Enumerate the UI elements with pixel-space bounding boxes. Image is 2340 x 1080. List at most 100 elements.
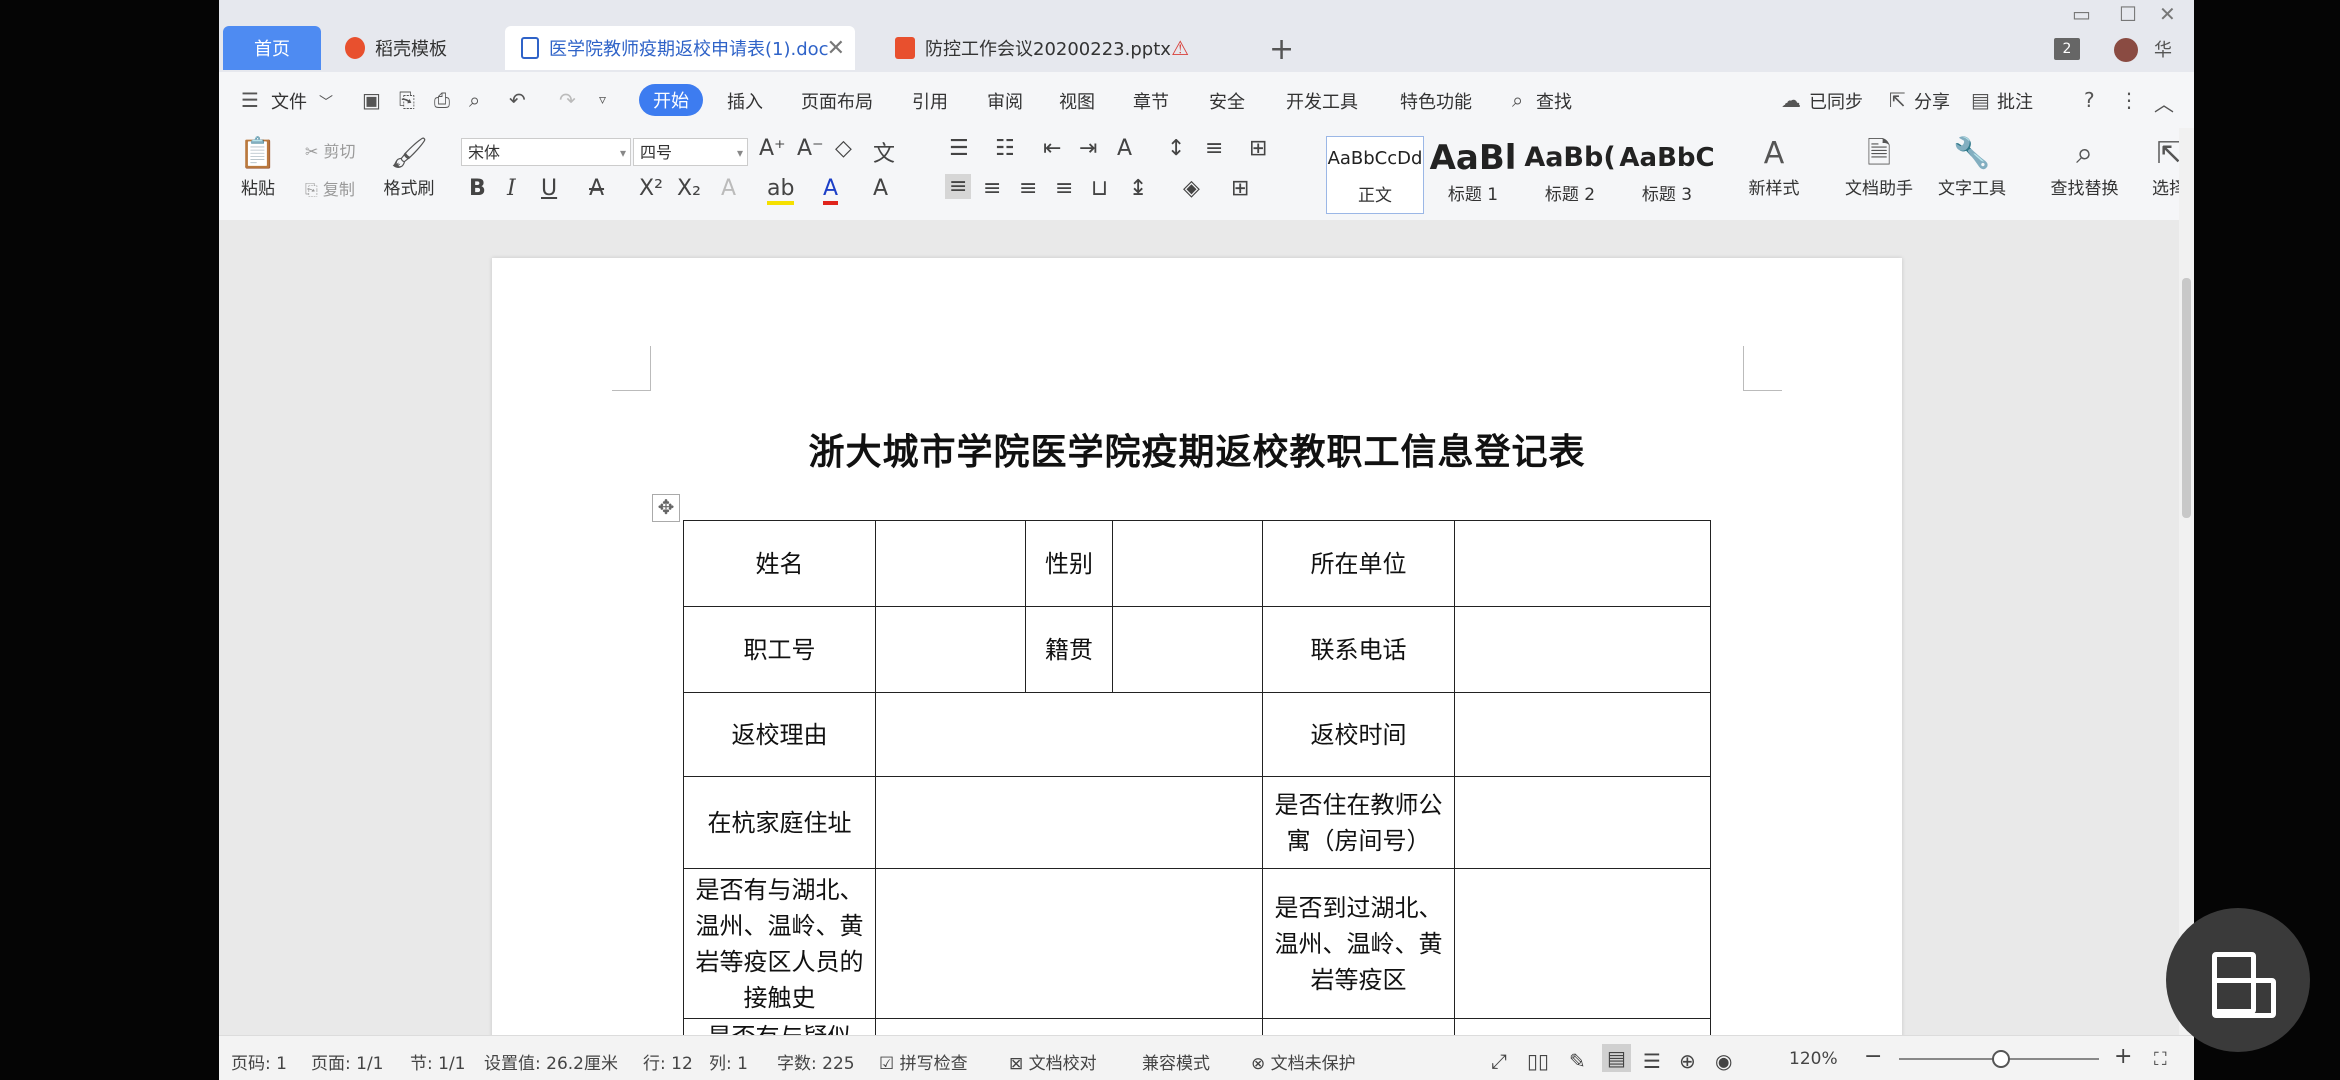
- compat-mode[interactable]: 兼容模式: [1142, 1049, 1210, 1074]
- cell-staffno-label[interactable]: 职工号: [683, 606, 876, 693]
- read-mode-icon[interactable]: ▯▯: [1527, 1049, 1549, 1073]
- underline-button[interactable]: U: [541, 176, 557, 201]
- menu-page-layout[interactable]: 页面布局: [801, 88, 873, 114]
- spell-check-button[interactable]: ☑ 拼写检查: [879, 1049, 968, 1074]
- status-section[interactable]: 节: 1/1: [410, 1049, 466, 1074]
- line-spacing-icon[interactable]: ≡: [1205, 136, 1223, 161]
- cell-reason-value[interactable]: [875, 692, 1263, 777]
- zoom-level[interactable]: 120%: [1789, 1049, 1838, 1069]
- redo-icon[interactable]: ↷: [559, 88, 576, 112]
- help-icon[interactable]: ?: [2084, 88, 2095, 112]
- cell-returntime-value[interactable]: [1454, 692, 1711, 777]
- close-tab-icon[interactable]: ✕: [827, 36, 845, 61]
- menu-view[interactable]: 视图: [1059, 88, 1095, 114]
- tab-templates[interactable]: 稻壳模板: [329, 26, 499, 70]
- minimize-button[interactable]: ▭: [2072, 2, 2091, 26]
- strikethrough-button[interactable]: A: [589, 176, 604, 201]
- scrollbar-thumb[interactable]: [2182, 278, 2191, 518]
- cell-visited-value[interactable]: [1454, 868, 1711, 1019]
- shading-icon[interactable]: ◈: [1183, 176, 1200, 201]
- cell-phone-value[interactable]: [1454, 606, 1711, 693]
- more-icon[interactable]: ⋮: [2119, 88, 2139, 112]
- cell-unit-label[interactable]: 所在单位: [1262, 520, 1455, 607]
- share-button[interactable]: 分享: [1914, 88, 1950, 114]
- sync-status[interactable]: 已同步: [1809, 88, 1863, 114]
- font-family-select[interactable]: 宋体: [461, 138, 631, 167]
- fit-page-icon[interactable]: ⛶: [2154, 1049, 2167, 1070]
- doc-proof-button[interactable]: ⊠ 文档校对: [1009, 1049, 1097, 1074]
- chevron-down-icon[interactable]: ﹀: [319, 92, 333, 112]
- status-col[interactable]: 列: 1: [709, 1049, 748, 1074]
- cell-address-value[interactable]: [875, 776, 1263, 869]
- highlight-icon[interactable]: ab: [767, 176, 795, 205]
- text-tools-button[interactable]: 🔧 文字工具: [1927, 134, 2017, 199]
- menu-find[interactable]: 查找: [1536, 88, 1572, 114]
- bullet-list-icon[interactable]: ☰: [949, 136, 969, 161]
- paste-button[interactable]: 📋 粘贴: [233, 134, 283, 199]
- new-tab-button[interactable]: +: [1269, 32, 1294, 67]
- web-view-icon[interactable]: ⊕: [1679, 1049, 1696, 1073]
- menu-devtools[interactable]: 开发工具: [1286, 88, 1358, 114]
- table-move-handle[interactable]: ✥: [652, 494, 680, 522]
- registration-form-table[interactable]: 姓名 性别 所在单位 职工号 籍贯 联系电话 返校理由 返校时间 在杭家庭住址 …: [683, 520, 1711, 1079]
- cloud-sync-icon[interactable]: ☁: [1781, 88, 1801, 112]
- zoom-slider-knob[interactable]: [1992, 1050, 2010, 1068]
- clear-format-icon[interactable]: ◇: [835, 136, 852, 161]
- align-left-icon[interactable]: ≡: [945, 174, 972, 199]
- status-page-code[interactable]: 页码: 1: [231, 1049, 287, 1074]
- menu-chapter[interactable]: 章节: [1133, 88, 1169, 114]
- font-color-icon[interactable]: A: [823, 176, 839, 205]
- phonetic-icon[interactable]: 文: [873, 136, 895, 168]
- customize-icon[interactable]: ▿: [599, 92, 606, 108]
- pen-icon[interactable]: ✎: [1569, 1049, 1586, 1073]
- sort-icon[interactable]: ↕: [1167, 136, 1185, 161]
- font-size-select[interactable]: 四号: [633, 138, 748, 167]
- undo-icon[interactable]: ↶: [509, 88, 526, 112]
- borders-icon[interactable]: ⊞: [1231, 176, 1249, 201]
- char-shading-icon[interactable]: A: [873, 176, 888, 201]
- italic-button[interactable]: I: [507, 176, 516, 201]
- search-icon[interactable]: ⌕: [1512, 88, 1523, 112]
- cell-returntime-label[interactable]: 返校时间: [1262, 692, 1455, 777]
- cell-name-label[interactable]: 姓名: [683, 520, 876, 607]
- cell-staffno-value[interactable]: [875, 606, 1026, 693]
- user-name[interactable]: 华: [2154, 36, 2172, 62]
- distributed-icon[interactable]: ⊔: [1091, 176, 1108, 201]
- print-icon[interactable]: ⎙: [434, 88, 450, 112]
- cell-contact-label[interactable]: 是否有与湖北、温州、温岭、黄岩等疫区人员的接触史: [683, 868, 876, 1019]
- save-icon[interactable]: ▣: [362, 88, 381, 112]
- avatar[interactable]: [2114, 38, 2138, 62]
- menu-start[interactable]: 开始: [639, 84, 703, 116]
- menu-security[interactable]: 安全: [1209, 88, 1245, 114]
- rotate-screen-button[interactable]: [2166, 908, 2310, 1052]
- menu-review[interactable]: 审阅: [987, 88, 1023, 114]
- zoom-out-button[interactable]: −: [1864, 1044, 1882, 1069]
- find-replace-button[interactable]: ⌕ 查找替换: [2037, 134, 2132, 199]
- text-direction-icon[interactable]: A: [1117, 136, 1132, 161]
- hamburger-icon[interactable]: ☰: [241, 88, 259, 112]
- close-window-button[interactable]: ✕: [2159, 2, 2176, 26]
- cell-hometown-value[interactable]: [1112, 606, 1263, 693]
- vertical-scrollbar[interactable]: [2179, 128, 2194, 1035]
- cell-name-value[interactable]: [875, 520, 1026, 607]
- cell-gender-value[interactable]: [1112, 520, 1263, 607]
- tab-doc-application[interactable]: 医学院教师疫期返校申请表(1).doc ✕: [505, 26, 855, 70]
- menu-features[interactable]: 特色功能: [1400, 88, 1472, 114]
- cell-reason-label[interactable]: 返校理由: [683, 692, 876, 777]
- subscript-button[interactable]: X₂: [677, 176, 701, 201]
- style-heading-2[interactable]: AaBb( 标题 2: [1522, 136, 1618, 212]
- tab-home[interactable]: 首页: [223, 26, 321, 70]
- print-preview-icon[interactable]: ⌕: [469, 88, 480, 112]
- status-row[interactable]: 行: 12: [643, 1049, 693, 1074]
- cell-contact-value[interactable]: [875, 868, 1263, 1019]
- page-view-icon[interactable]: ▤: [1602, 1044, 1631, 1072]
- share-icon[interactable]: ⇱: [1889, 88, 1906, 112]
- menu-file[interactable]: 文件: [271, 88, 307, 114]
- window-count-badge[interactable]: 2: [2054, 38, 2080, 60]
- align-center-icon[interactable]: ≡: [983, 176, 1001, 201]
- style-normal[interactable]: AaBbCcDd 正文: [1326, 136, 1424, 214]
- bold-button[interactable]: B: [469, 176, 486, 201]
- shrink-font-icon[interactable]: A⁻: [797, 136, 824, 161]
- cell-hometown-label[interactable]: 籍贯: [1025, 606, 1113, 693]
- document-page[interactable]: 浙大城市学院医学院疫期返校教职工信息登记表 ✥ 姓名 性别 所在单位 职工号 籍…: [492, 258, 1902, 1080]
